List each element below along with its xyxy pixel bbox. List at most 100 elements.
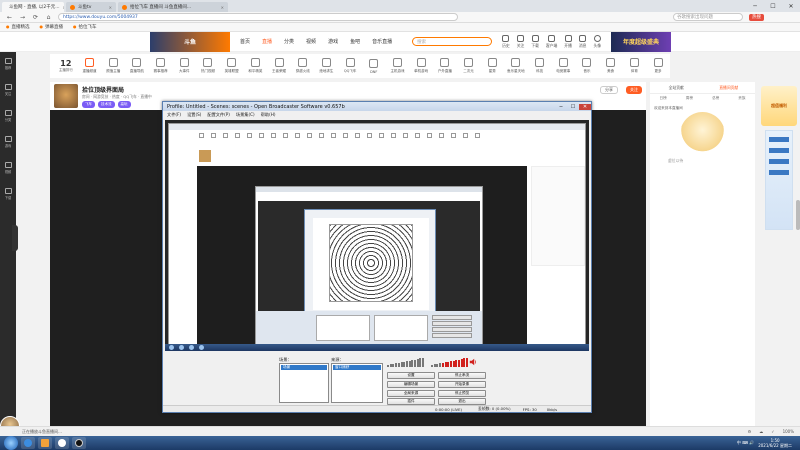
- zoom-level[interactable]: 100%: [783, 429, 794, 434]
- tab-room-contribution[interactable]: 直播间贡献: [703, 82, 756, 93]
- favorite-link[interactable]: 弹幕直播: [40, 24, 63, 30]
- sidebar-item-follow[interactable]: 关注: [4, 84, 12, 96]
- nav-video[interactable]: 视频: [306, 38, 316, 45]
- sidebar-item-download[interactable]: 下载: [4, 188, 12, 200]
- settings-status-icon[interactable]: ⚙: [748, 429, 752, 434]
- obs-minimize-button[interactable]: ─: [555, 104, 567, 110]
- category-item[interactable]: DNF: [362, 58, 386, 74]
- nav-game[interactable]: 游戏: [328, 38, 338, 45]
- category-item[interactable]: 英雄联盟: [220, 58, 244, 74]
- global-sources-button[interactable]: 全局来源: [387, 389, 435, 397]
- stop-stream-button[interactable]: 停止串流: [438, 372, 486, 379]
- subtab-weekly[interactable]: 周榜: [676, 94, 702, 103]
- sidebar-item-recommend[interactable]: 推荐: [4, 58, 12, 70]
- browser-tab-douyu[interactable]: 斗鱼网 - 直播, 以2千元... ✕: [2, 2, 64, 12]
- category-item[interactable]: 美食: [599, 58, 623, 74]
- tab-site-contribution[interactable]: 全站贡献: [650, 82, 703, 93]
- category-item[interactable]: 热门视频: [196, 58, 220, 74]
- sidebar-item-game[interactable]: 游戏: [4, 136, 12, 148]
- clock[interactable]: 1:50 2021/6/22 星期二: [758, 438, 792, 448]
- nav-home[interactable]: 首页: [240, 38, 250, 45]
- category-item[interactable]: 赛事推荐: [149, 58, 173, 74]
- category-item[interactable]: 电竞赛事: [551, 58, 575, 74]
- subtab-noble[interactable]: 贵族: [729, 94, 755, 103]
- maximize-button[interactable]: ☐: [764, 0, 782, 12]
- sidebar-item-category[interactable]: 分类: [4, 110, 12, 122]
- category-item[interactable]: 大事件: [172, 58, 196, 74]
- obs-menu-settings[interactable]: 设置(S): [187, 112, 201, 118]
- promo-banner[interactable]: 年度超级盛典: [611, 31, 672, 52]
- category-item[interactable]: 户外直播: [433, 58, 457, 74]
- home-icon[interactable]: ⌂: [45, 14, 52, 21]
- room-tag[interactable]: 飞车: [82, 101, 95, 108]
- stop-preview-button[interactable]: 停止预览: [438, 389, 486, 397]
- tray-icons[interactable]: 中 ⌨ 🔊: [737, 440, 754, 446]
- category-item[interactable]: 星秀: [480, 58, 504, 74]
- taskbar-app-browser[interactable]: [21, 437, 35, 449]
- ranking-date[interactable]: 12 主播排行: [54, 59, 78, 73]
- check-status-icon[interactable]: ✓: [771, 429, 774, 434]
- download-button[interactable]: 下载: [531, 34, 539, 49]
- sidebar-item-video[interactable]: 视频: [4, 162, 12, 174]
- favorite-link[interactable]: 拾位飞车: [73, 24, 97, 30]
- subtab-daily[interactable]: 日榜: [650, 94, 676, 103]
- subtab-total[interactable]: 总榜: [703, 94, 729, 103]
- close-tab-icon[interactable]: ✕: [109, 5, 112, 10]
- taskbar-app-folder[interactable]: [38, 437, 52, 449]
- back-icon[interactable]: ←: [6, 14, 13, 21]
- desktop-audio-meter[interactable]: [431, 357, 469, 367]
- category-item[interactable]: 二次元: [457, 58, 481, 74]
- speaker-icon[interactable]: [469, 358, 477, 366]
- source-item[interactable]: 窗口捕获: [333, 365, 381, 370]
- follow-button[interactable]: 关注: [626, 86, 642, 94]
- history-button[interactable]: 历史: [502, 34, 510, 49]
- category-item[interactable]: 主机游戏: [386, 58, 410, 74]
- category-item[interactable]: 绝地求生: [315, 58, 339, 74]
- category-item[interactable]: 穿越火线: [291, 58, 315, 74]
- sidebar-collapse-handle[interactable]: [12, 225, 18, 251]
- taskbar-app-obs[interactable]: [72, 437, 86, 449]
- site-logo[interactable]: 斗鱼: [150, 31, 230, 52]
- site-search-input[interactable]: 搜索: [412, 37, 493, 46]
- edit-scene-button[interactable]: 编辑场景: [387, 380, 435, 388]
- category-item[interactable]: 王者荣耀: [267, 58, 291, 74]
- category-item[interactable]: 音乐: [575, 58, 599, 74]
- obs-menu-scenes[interactable]: 场景集(C): [236, 112, 255, 118]
- follow-list-button[interactable]: 关注: [517, 34, 524, 49]
- sources-list[interactable]: 窗口捕获: [331, 363, 383, 403]
- browser-tab-room[interactable]: 拾位飞车 直播间 斗鱼直播间... ✕: [118, 2, 228, 12]
- category-item[interactable]: 鱼乐星天地: [504, 58, 528, 74]
- room-tag[interactable]: 技术流: [98, 101, 115, 108]
- cloud-status-icon[interactable]: ☁: [759, 429, 763, 434]
- category-item[interactable]: 更多: [646, 58, 670, 74]
- room-tag[interactable]: 高玩: [117, 101, 131, 108]
- go-live-button[interactable]: 开播: [564, 34, 572, 49]
- start-recording-button[interactable]: 开始录像: [438, 380, 486, 388]
- close-window-button[interactable]: ✕: [782, 0, 800, 12]
- user-avatar-button[interactable]: 头像: [593, 34, 601, 49]
- nav-fishbar[interactable]: 鱼吧: [350, 38, 360, 45]
- category-item[interactable]: QQ飞车: [338, 58, 362, 74]
- category-item[interactable]: 和平精英: [244, 58, 268, 74]
- browser-tab-douyutv[interactable]: 斗鱼tv ✕: [66, 2, 116, 12]
- close-tab-icon[interactable]: ✕: [63, 5, 65, 10]
- mic-meter[interactable]: [387, 357, 425, 367]
- reload-icon[interactable]: ⟳: [32, 14, 39, 21]
- minimize-button[interactable]: ─: [746, 0, 764, 12]
- obs-menu-help[interactable]: 帮助(H): [261, 112, 276, 118]
- scene-item[interactable]: 场景: [281, 365, 327, 370]
- messages-button[interactable]: 消息: [579, 34, 586, 49]
- page-scrollbar[interactable]: [796, 200, 800, 230]
- category-item[interactable]: 颜值主播: [101, 58, 125, 74]
- category-item[interactable]: 直播导航: [125, 58, 149, 74]
- obs-maximize-button[interactable]: ☐: [567, 104, 579, 110]
- start-button[interactable]: [4, 436, 18, 450]
- taskbar-app-chrome[interactable]: [55, 437, 69, 449]
- nav-live[interactable]: 直播: [262, 38, 272, 45]
- forward-icon[interactable]: →: [19, 14, 26, 21]
- obs-menu-profile[interactable]: 配置文件(P): [207, 112, 230, 118]
- browser-search-input[interactable]: 谷歌搜索出现问题: [673, 13, 743, 21]
- category-item[interactable]: 体育: [623, 58, 647, 74]
- close-tab-icon[interactable]: ✕: [221, 5, 224, 10]
- share-button[interactable]: 分享: [600, 86, 618, 94]
